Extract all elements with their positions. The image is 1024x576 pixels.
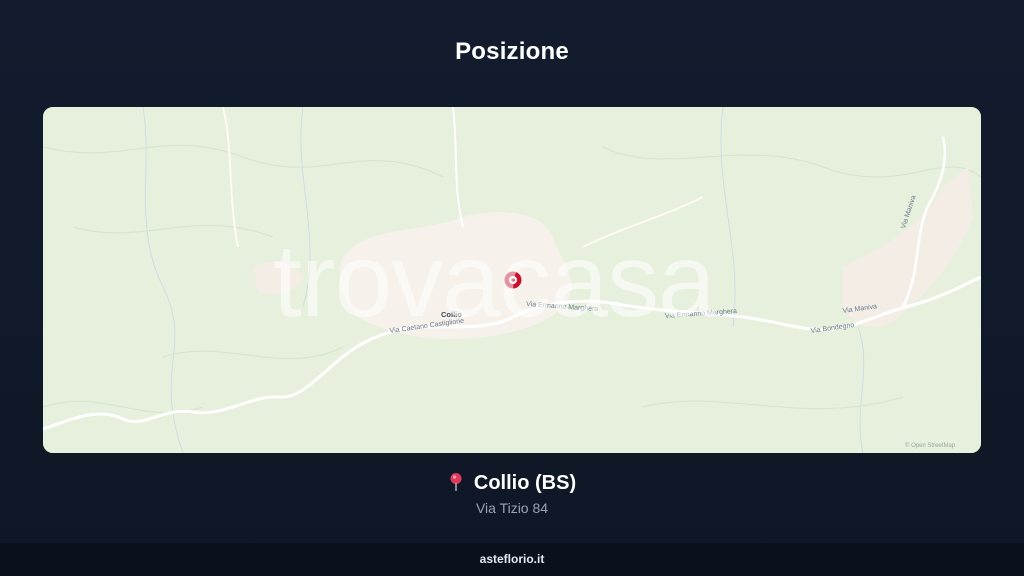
footer: asteflorio.it xyxy=(0,543,1024,576)
location-address: Via Tizio 84 xyxy=(475,500,549,516)
location-marker-icon[interactable] xyxy=(504,271,522,289)
map-attribution[interactable]: © Open StreetMap xyxy=(905,442,956,449)
location-name: Collio (BS) xyxy=(473,472,577,494)
map[interactable]: Collio Via Caetano Castiglione Via Erman… xyxy=(43,107,981,453)
location-title: Collio (BS) xyxy=(0,472,1024,498)
footer-site-link[interactable]: asteflorio.it xyxy=(480,552,545,566)
map-canvas[interactable]: Collio Via Caetano Castiglione Via Erman… xyxy=(43,107,981,453)
page-title: Posizione xyxy=(455,38,569,65)
pin-icon xyxy=(448,472,464,498)
